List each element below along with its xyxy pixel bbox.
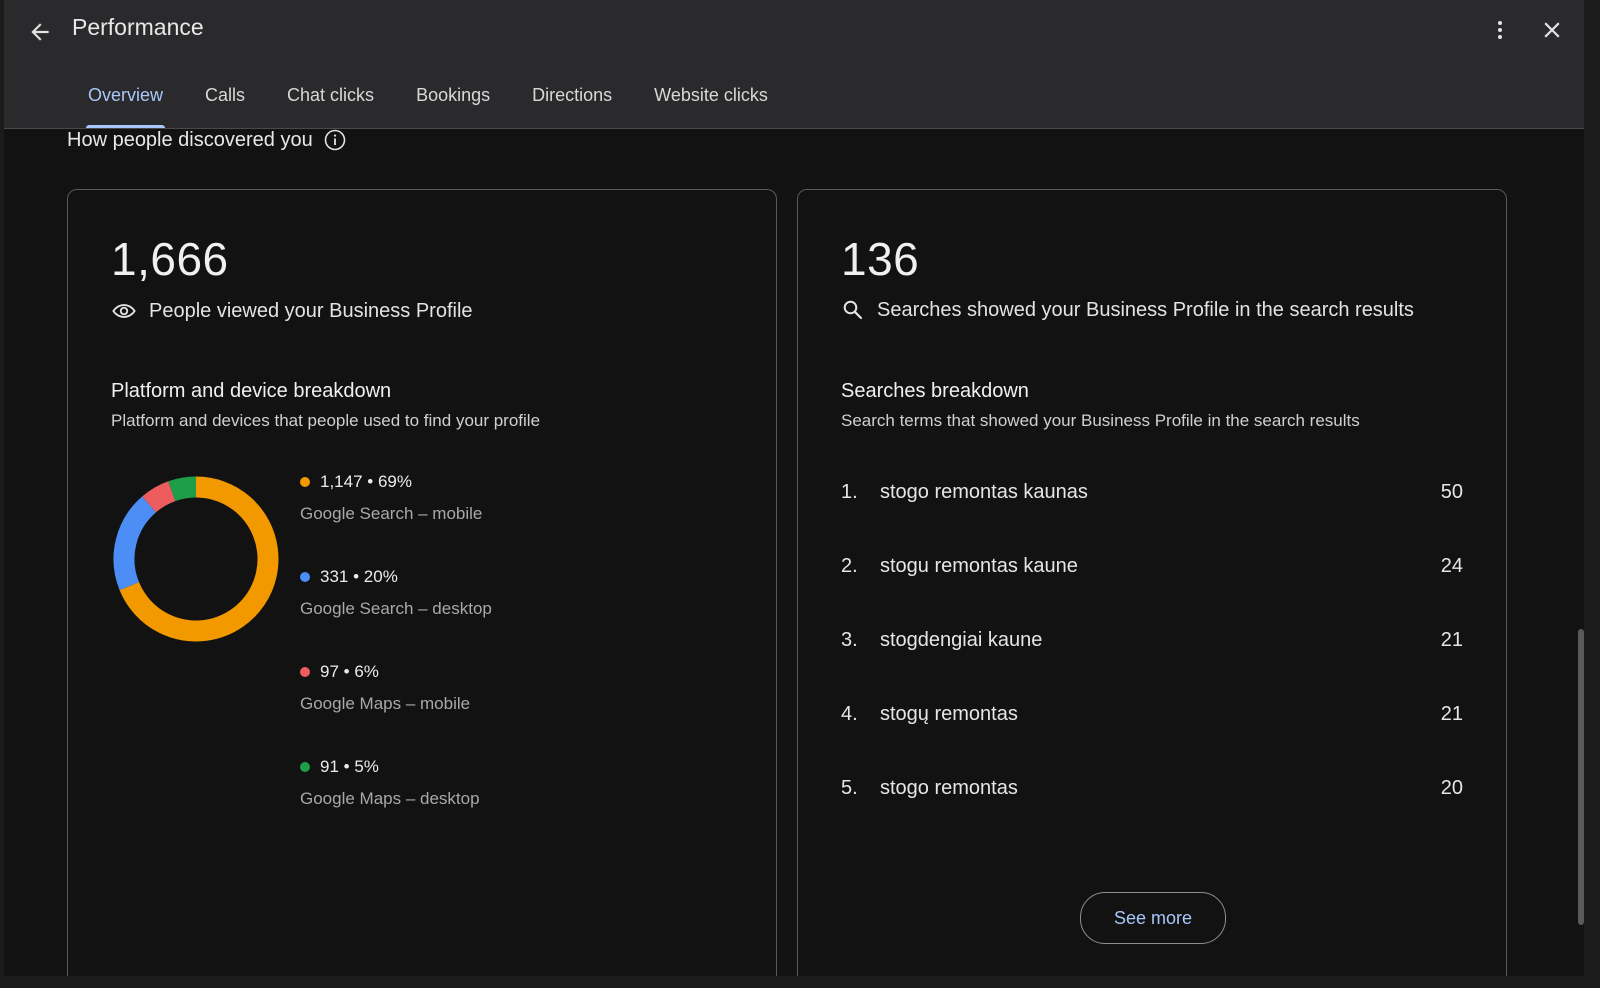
search-term: stogdengiai kaune xyxy=(880,629,1043,651)
legend-separator: • xyxy=(338,662,355,681)
search-count: 24 xyxy=(1440,555,1463,577)
views-total: 1,666 xyxy=(111,233,229,285)
donut-slice xyxy=(113,496,157,591)
search-term: stogo remontas xyxy=(880,777,1018,799)
searches-label-row: Searches showed your Business Profile in… xyxy=(841,298,1414,322)
searches-breakdown-description: Search terms that showed your Business P… xyxy=(841,411,1360,430)
search-count: 21 xyxy=(1440,629,1463,651)
tab-chat-clicks[interactable]: Chat clicks xyxy=(287,70,374,128)
legend-value: 91 xyxy=(320,757,339,776)
legend-label: Google Maps – mobile xyxy=(300,694,471,713)
legend-label: Google Search – desktop xyxy=(300,599,492,618)
tab-website-clicks[interactable]: Website clicks xyxy=(654,70,768,128)
legend-percent: 20% xyxy=(363,567,398,586)
searches-breakdown-title: Searches breakdown xyxy=(841,380,1029,402)
legend-dot xyxy=(300,762,310,772)
donut-slice xyxy=(168,476,197,502)
legend-percent: 69% xyxy=(377,472,412,491)
legend-item: 331 • 20% Google Search – desktop xyxy=(300,567,492,662)
legend-value: 97 xyxy=(320,662,339,681)
legend-percent: 5% xyxy=(354,757,379,776)
platform-donut-chart xyxy=(113,476,279,642)
list-item: 1. stogo remontas kaunas 50 xyxy=(841,481,1463,555)
list-item: 2. stogu remontas kaune 24 xyxy=(841,555,1463,629)
tab-bookings[interactable]: Bookings xyxy=(416,70,490,128)
views-label-row: People viewed your Business Profile xyxy=(111,298,473,324)
arrow-back-icon xyxy=(31,23,49,41)
tab-overview[interactable]: Overview xyxy=(85,70,166,128)
tab-calls[interactable]: Calls xyxy=(205,70,245,128)
list-item: 5. stogo remontas 20 xyxy=(841,777,1463,851)
legend-item: 97 • 6% Google Maps – mobile xyxy=(300,662,492,757)
legend-separator: • xyxy=(338,757,355,776)
info-icon[interactable] xyxy=(323,128,347,152)
searches-label: Searches showed your Business Profile in… xyxy=(877,298,1414,321)
performance-dialog: Performance Overview Calls Chat clicks B… xyxy=(4,0,1584,976)
see-more-button[interactable]: See more xyxy=(1080,892,1226,944)
search-icon xyxy=(841,298,865,322)
list-index: 5. xyxy=(841,777,858,799)
searches-total: 136 xyxy=(841,233,920,285)
list-index: 2. xyxy=(841,555,858,577)
close-icon xyxy=(1544,22,1560,38)
eye-icon xyxy=(111,298,137,324)
list-item: 4. stogų remontas 21 xyxy=(841,703,1463,777)
platform-legend: 1,147 • 69% Google Search – mobile 331 •… xyxy=(300,472,492,852)
legend-dot xyxy=(300,667,310,677)
list-item: 3. stogdengiai kaune 21 xyxy=(841,629,1463,703)
tab-directions[interactable]: Directions xyxy=(532,70,612,128)
search-count: 21 xyxy=(1440,703,1463,725)
platform-breakdown-title: Platform and device breakdown xyxy=(111,380,392,402)
search-terms-list: 1. stogo remontas kaunas 50 2. stogu rem… xyxy=(841,481,1463,851)
search-count: 20 xyxy=(1440,777,1463,799)
dialog-header: Performance Overview Calls Chat clicks B… xyxy=(4,0,1584,129)
legend-dot xyxy=(300,572,310,582)
page-title: Performance xyxy=(72,14,204,40)
legend-item: 1,147 • 69% Google Search – mobile xyxy=(300,472,492,567)
close-button[interactable] xyxy=(1532,10,1572,50)
more-vert-icon xyxy=(1498,21,1502,39)
searches-card: 136 Searches showed your Business Profil… xyxy=(797,189,1507,976)
section-heading: How people discovered you xyxy=(67,128,347,152)
legend-value: 331 xyxy=(320,567,349,586)
search-term: stogu remontas kaune xyxy=(880,555,1078,577)
more-options-button[interactable] xyxy=(1480,10,1520,50)
list-index: 3. xyxy=(841,629,858,651)
legend-label: Google Search – mobile xyxy=(300,504,483,523)
tab-bar: Overview Calls Chat clicks Bookings Dire… xyxy=(85,70,810,128)
legend-percent: 6% xyxy=(354,662,379,681)
back-button[interactable] xyxy=(20,12,60,52)
search-count: 50 xyxy=(1440,481,1463,503)
list-index: 1. xyxy=(841,481,858,503)
profile-views-card: 1,666 People viewed your Business Profil… xyxy=(67,189,777,976)
legend-label: Google Maps – desktop xyxy=(300,789,480,808)
legend-separator: • xyxy=(348,567,364,586)
list-index: 4. xyxy=(841,703,858,725)
scrollbar-thumb[interactable] xyxy=(1578,629,1584,925)
legend-item: 91 • 5% Google Maps – desktop xyxy=(300,757,492,852)
legend-value: 1,147 xyxy=(320,472,363,491)
legend-separator: • xyxy=(362,472,378,491)
legend-dot xyxy=(300,477,310,487)
search-term: stogo remontas kaunas xyxy=(880,481,1088,503)
platform-breakdown-description: Platform and devices that people used to… xyxy=(111,411,541,430)
search-term: stogų remontas xyxy=(880,703,1018,725)
section-title: How people discovered you xyxy=(67,128,313,151)
views-label: People viewed your Business Profile xyxy=(149,299,473,322)
donut-slice xyxy=(142,481,176,513)
